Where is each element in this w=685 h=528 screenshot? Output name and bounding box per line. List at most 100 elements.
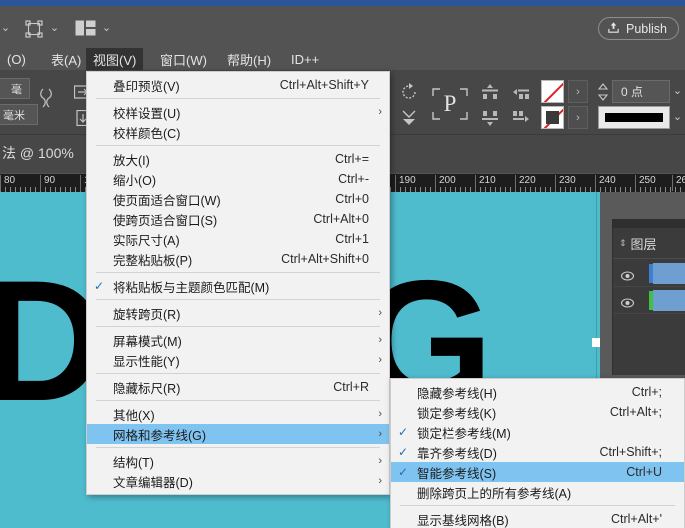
grids-and-guides-submenu: 隐藏参考线(H) Ctrl+; 锁定参考线(K) Ctrl+Alt+; ✓ 锁定…	[390, 378, 685, 528]
menubar-item-window[interactable]: 窗口(W)	[153, 48, 214, 70]
app-toolbar: ⌄ ⌄ ⌄ Publish	[0, 6, 685, 48]
guide-handle[interactable]	[592, 338, 600, 347]
layout-grid-icon[interactable]	[74, 19, 96, 37]
menu-item-hide-guides[interactable]: 隐藏参考线(H) Ctrl+;	[391, 382, 684, 402]
menu-label: 删除跨页上的所有参考线(A)	[417, 486, 572, 501]
chevron-down-icon[interactable]: ⌄	[672, 112, 683, 123]
stroke-weight-field[interactable]: 0 点	[612, 80, 670, 103]
ruler-label: 90	[40, 175, 55, 191]
menu-item-zoom-out[interactable]: 缩小(O) Ctrl+-	[87, 169, 389, 189]
tab-layers-label: 图层	[630, 236, 657, 252]
menu-separator	[96, 145, 380, 146]
ruler-label: 230	[555, 175, 576, 191]
menu-item-fit-spread-in-window[interactable]: 使跨页适合窗口(S) Ctrl+Alt+0	[87, 209, 389, 229]
menu-accel: Ctrl+R	[333, 380, 369, 394]
menubar-item-help[interactable]: 帮助(H)	[220, 48, 278, 70]
menu-item-story-editor[interactable]: 文章编辑器(D) ›	[87, 471, 389, 491]
stroke-style-preview[interactable]	[598, 106, 670, 129]
stroke-swatch[interactable]	[541, 106, 564, 129]
stroke-options-arrow[interactable]: ›	[568, 106, 588, 129]
menu-item-rotate-spread[interactable]: 旋转跨页(R) ›	[87, 303, 389, 323]
menu-separator	[96, 98, 380, 99]
menu-item-snap-to-guides[interactable]: ✓ 靠齐参考线(D) Ctrl+Shift+;	[391, 442, 684, 462]
ruler-label: 220	[515, 175, 536, 191]
menu-separator	[96, 299, 380, 300]
stepper-updown-icon[interactable]	[596, 82, 610, 101]
menu-label: 使页面适合窗口(W)	[113, 193, 221, 208]
menu-label: 使跨页适合窗口(S)	[113, 213, 218, 228]
tab-layers[interactable]: ⇕ 图层	[613, 228, 685, 259]
menu-accel: Ctrl+Shift+;	[599, 445, 662, 459]
menu-item-lock-guides[interactable]: 锁定参考线(K) Ctrl+Alt+;	[391, 402, 684, 422]
publish-button[interactable]: Publish	[598, 17, 679, 40]
layer-thumbnail[interactable]	[653, 263, 685, 284]
checkmark-icon: ✓	[398, 445, 409, 459]
menubar-item-view[interactable]: 视图(V)	[86, 48, 144, 70]
chevron-down-icon[interactable]: ⌄	[101, 23, 112, 34]
menu-label: 屏幕模式(M)	[113, 334, 182, 349]
checkmark-icon: ✓	[94, 279, 105, 293]
chevron-down-icon[interactable]: ⌄	[49, 23, 60, 34]
eye-icon[interactable]	[620, 295, 635, 308]
menu-item-match-pasteboard-theme[interactable]: ✓ 将粘贴板与主题颜色匹配(M)	[87, 276, 389, 296]
menu-accel: Ctrl+Alt+;	[609, 405, 662, 419]
panel-drag-handle[interactable]	[613, 219, 685, 228]
menu-item-screen-mode[interactable]: 屏幕模式(M) ›	[87, 330, 389, 350]
menu-accel: Ctrl+;	[631, 385, 662, 399]
menu-item-structure[interactable]: 结构(T) ›	[87, 451, 389, 471]
fill-swatch[interactable]	[541, 80, 564, 103]
menu-item-lock-column-guides[interactable]: ✓ 锁定栏参考线(M)	[391, 422, 684, 442]
menu-label: 隐藏参考线(H)	[417, 386, 497, 401]
menu-label: 显示性能(Y)	[113, 354, 180, 369]
stroke-line	[605, 113, 663, 122]
menu-item-delete-all-guides-on-spread[interactable]: 删除跨页上的所有参考线(A)	[391, 482, 684, 502]
menu-item-zoom-in[interactable]: 放大(I) Ctrl+=	[87, 149, 389, 169]
menu-item-proof-setup[interactable]: 校样设置(U) ›	[87, 102, 389, 122]
distribute-bottom-icon[interactable]	[479, 107, 501, 129]
menu-label: 文章编辑器(D)	[113, 475, 193, 490]
unit-field-vertical[interactable]: 毫米	[0, 104, 38, 125]
fill-options-arrow[interactable]: ›	[568, 80, 588, 103]
menu-label: 将粘贴板与主题颜色匹配(M)	[113, 280, 270, 295]
menubar-item-table[interactable]: 表(A)	[44, 48, 88, 70]
frame-tool-icon[interactable]	[23, 18, 45, 40]
chevron-right-icon: ›	[378, 354, 382, 366]
chevron-down-icon[interactable]: ⌄	[672, 86, 683, 97]
menu-label: 实际尺寸(A)	[113, 233, 180, 248]
menu-item-grids-and-guides[interactable]: 网格和参考线(G) ›	[87, 424, 389, 444]
menu-item-actual-size[interactable]: 实际尺寸(A) Ctrl+1	[87, 229, 389, 249]
menu-item-overprint-preview[interactable]: 叠印预览(V) Ctrl+Alt+Shift+Y	[87, 75, 389, 95]
layer-row[interactable]	[613, 260, 685, 287]
unit-field-horizontal[interactable]: 毫	[0, 78, 30, 99]
none-slash	[542, 81, 563, 102]
menu-item-extras[interactable]: 其他(X) ›	[87, 404, 389, 424]
menu-label: 隐藏标尺(R)	[113, 381, 181, 396]
menu-item-fit-page-in-window[interactable]: 使页面适合窗口(W) Ctrl+0	[87, 189, 389, 209]
chevron-down-icon[interactable]: ⌄	[0, 23, 11, 34]
collapse-icon[interactable]: ⇕	[619, 238, 627, 249]
menu-item-show-baseline-grid[interactable]: 显示基线网格(B) Ctrl+Alt+'	[391, 509, 684, 528]
link-broken-icon[interactable]	[38, 85, 54, 111]
layer-thumbnail[interactable]	[653, 290, 685, 311]
menu-item-entire-pasteboard[interactable]: 完整粘贴板(P) Ctrl+Alt+Shift+0	[87, 249, 389, 269]
rotate-icon[interactable]	[398, 81, 420, 103]
menu-separator	[96, 272, 380, 273]
menu-item-display-performance[interactable]: 显示性能(Y) ›	[87, 350, 389, 370]
menubar-item-idpp[interactable]: ID++	[284, 48, 326, 70]
menu-item-hide-rulers[interactable]: 隐藏标尺(R) Ctrl+R	[87, 377, 389, 397]
distribute-top-icon[interactable]	[479, 81, 501, 103]
layer-row[interactable]	[613, 287, 685, 314]
none-slash	[542, 107, 563, 128]
menu-separator	[96, 373, 380, 374]
flip-vertical-icon[interactable]	[398, 107, 420, 129]
upload-icon	[607, 21, 620, 37]
chevron-right-icon: ›	[378, 428, 382, 440]
menubar-item-0[interactable]: (O)	[0, 48, 33, 70]
menu-item-proof-colors[interactable]: 校样颜色(C)	[87, 122, 389, 142]
distribute-right-icon[interactable]	[510, 107, 532, 129]
document-tab-title[interactable]: 法 @ 100%	[2, 143, 74, 163]
eye-icon[interactable]	[620, 268, 635, 281]
distribute-left-icon[interactable]	[510, 81, 532, 103]
crop-brackets-icon	[430, 86, 470, 122]
menu-item-smart-guides[interactable]: ✓ 智能参考线(S) Ctrl+U	[391, 462, 684, 482]
